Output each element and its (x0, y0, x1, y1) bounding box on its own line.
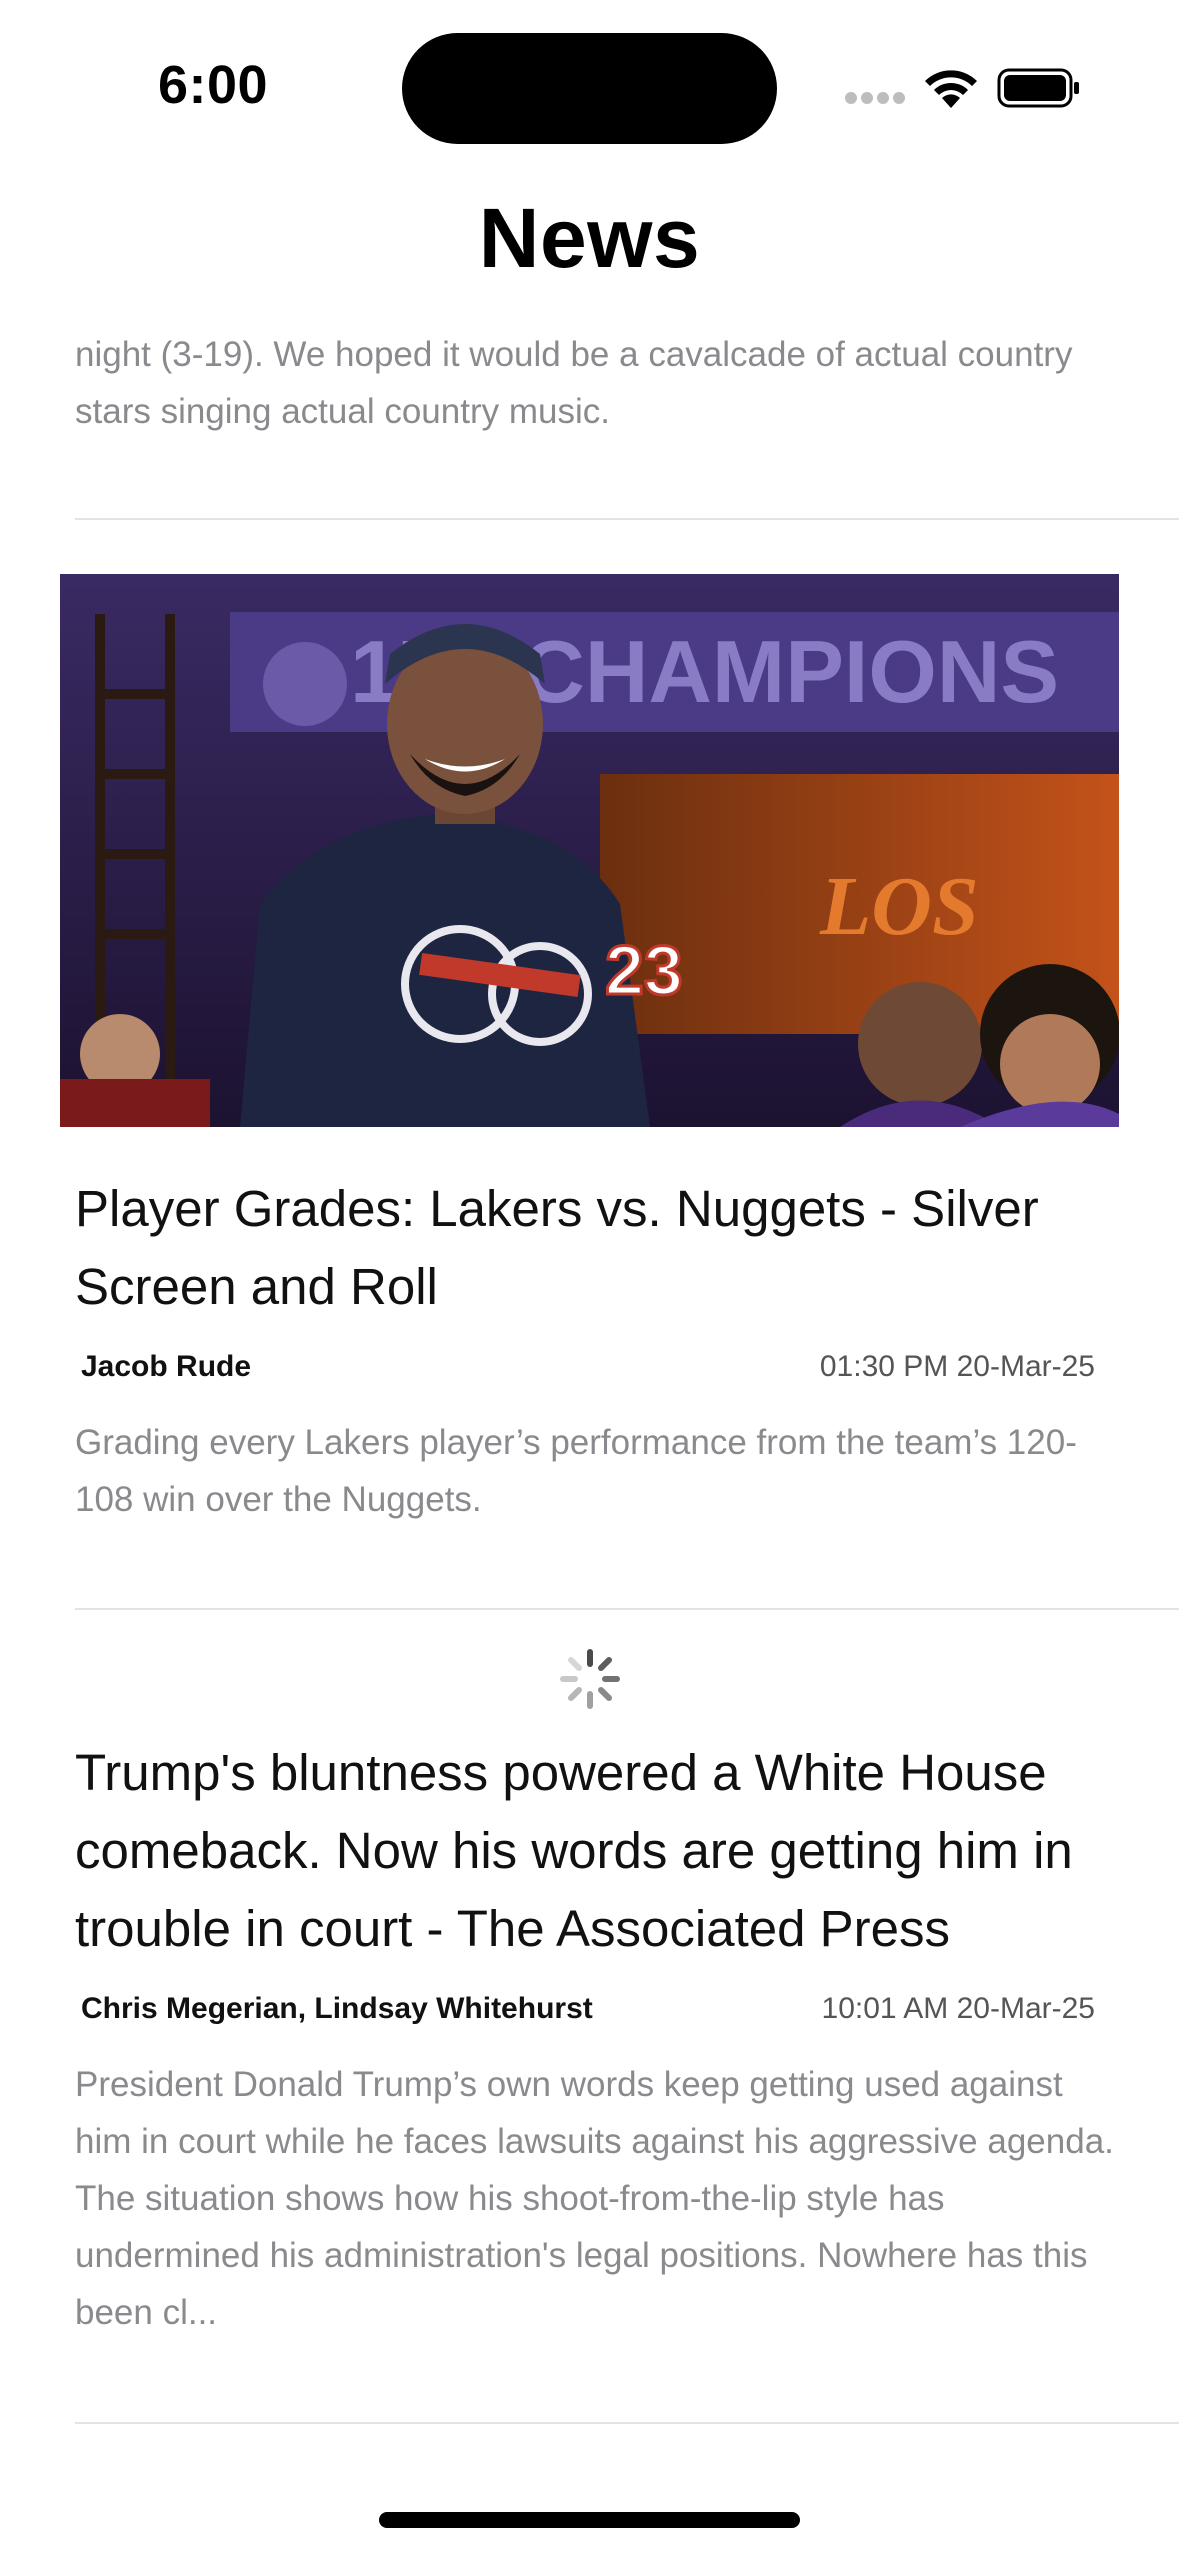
article-summary: Grading every Lakers player’s performanc… (75, 1423, 1077, 1519)
status-time: 6:00 (158, 55, 269, 115)
battery-icon (997, 68, 1079, 108)
page-title: News (478, 191, 701, 285)
wifi-icon (925, 70, 977, 108)
article-summary: night (3-19). We hoped it would be a cav… (75, 335, 1073, 431)
article-divider (75, 518, 1179, 520)
article-summary: President Donald Trump’s own words keep … (75, 2065, 1114, 2332)
article-timestamp: 01:30 PM 20-Mar-25 (819, 1350, 1095, 1383)
article-headline[interactable]: Trump's bluntness powered a White House … (75, 1734, 1115, 1968)
article-image[interactable]: 17x CHAMPIONS LOS 23 (60, 574, 1119, 1127)
article-author: Chris Megerian, Lindsay Whitehurst (81, 1992, 593, 2025)
cellular-signal-icon (845, 92, 905, 106)
article-photo: 17x CHAMPIONS LOS 23 (60, 574, 1119, 1127)
jersey-number: 23 (605, 931, 683, 1009)
article-author: Jacob Rude (81, 1350, 252, 1383)
sign-text: LOS (819, 860, 979, 953)
home-indicator[interactable] (379, 2512, 800, 2528)
article-timestamp: 10:01 AM 20-Mar-25 (821, 1992, 1095, 2025)
loading-spinner-icon (560, 1649, 620, 1709)
article-divider (75, 2422, 1179, 2424)
dynamic-island (402, 33, 777, 144)
article-headline[interactable]: Player Grades: Lakers vs. Nuggets - Silv… (75, 1170, 1115, 1326)
article-divider (75, 1608, 1179, 1610)
news-screen: 6:00 News night (3-19). We hoped it woul… (0, 0, 1179, 2556)
